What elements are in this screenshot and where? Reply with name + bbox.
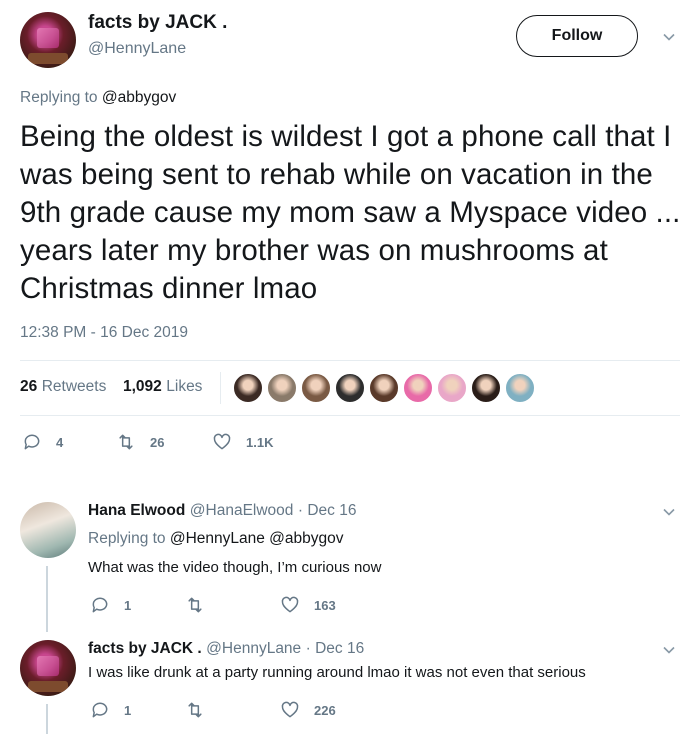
reply-icon: [92, 702, 108, 718]
liker-avatar[interactable]: [471, 373, 501, 403]
retweet-icon: [188, 597, 202, 613]
retweet-action[interactable]: 26: [116, 432, 164, 452]
retweet-icon: [119, 434, 133, 450]
liker-avatar[interactable]: [437, 373, 467, 403]
reply-count: 1: [124, 702, 132, 718]
likes-count: 1,092: [123, 378, 162, 395]
replying-to-links[interactable]: @HennyLane @abbygov: [170, 530, 344, 547]
like-count: 226: [314, 702, 336, 718]
reply-text: I was like drunk at a party running arou…: [88, 664, 586, 681]
reply-date[interactable]: · Dec 16: [306, 640, 365, 657]
reply-action[interactable]: 1: [90, 595, 131, 615]
retweet-count: 26: [150, 434, 165, 450]
thread-line: [46, 566, 48, 632]
heart-icon: [281, 701, 299, 718]
reply-avatar[interactable]: [20, 502, 76, 558]
replying-to-link[interactable]: @abbygov: [102, 89, 176, 106]
like-count: 163: [314, 597, 336, 613]
chevron-down-icon[interactable]: [662, 505, 676, 524]
liker-avatar[interactable]: [335, 373, 365, 403]
replying-prefix: Replying to: [88, 530, 166, 547]
retweets-count: 26: [20, 378, 38, 395]
likes-label: Likes: [166, 378, 203, 395]
reply-icon: [24, 434, 40, 450]
heart-icon: [281, 596, 299, 613]
liker-avatar[interactable]: [267, 373, 297, 403]
liker-avatar[interactable]: [233, 373, 263, 403]
like-count: 1.1K: [246, 434, 274, 450]
heart-icon: [213, 433, 231, 450]
reply-author-name[interactable]: Hana Elwood: [88, 502, 185, 519]
chevron-down-icon[interactable]: [662, 643, 676, 662]
reply-action[interactable]: 4: [22, 432, 63, 452]
retweets-stat[interactable]: 26 Retweets: [20, 378, 106, 396]
retweet-icon: [188, 702, 202, 718]
replying-prefix: Replying to: [20, 89, 98, 106]
reply-replying-to: Replying to @HennyLane @abbygov: [88, 530, 344, 548]
liker-avatar[interactable]: [403, 373, 433, 403]
tweet-timestamp[interactable]: 12:38 PM - 16 Dec 2019: [20, 324, 188, 342]
reply-avatar[interactable]: [20, 640, 76, 696]
liker-avatar[interactable]: [301, 373, 331, 403]
divider: [20, 360, 680, 361]
like-action[interactable]: 163: [280, 595, 336, 615]
liker-avatars: [233, 373, 535, 403]
retweet-action[interactable]: [185, 595, 219, 615]
divider: [20, 415, 680, 416]
liker-avatar[interactable]: [505, 373, 535, 403]
author-name[interactable]: facts by JACK .: [88, 12, 227, 34]
reply-author-handle[interactable]: @HennyLane: [206, 640, 301, 657]
reply-text: What was the video though, I’m curious n…: [88, 559, 382, 576]
chevron-down-icon[interactable]: [662, 30, 676, 49]
reply-author-handle[interactable]: @HanaElwood: [190, 502, 294, 519]
author-avatar[interactable]: [20, 12, 76, 68]
thread-line: [46, 704, 48, 734]
likes-stat[interactable]: 1,092 Likes: [123, 378, 202, 396]
reply-count: 1: [124, 597, 132, 613]
like-action[interactable]: 226: [280, 700, 336, 720]
author-handle[interactable]: @HennyLane: [88, 40, 186, 58]
reply-icon: [92, 597, 108, 613]
reply-header: facts by JACK . @HennyLane · Dec 16: [88, 640, 364, 658]
retweet-action[interactable]: [185, 700, 219, 720]
reply-author-name[interactable]: facts by JACK .: [88, 640, 202, 657]
replying-to-line: Replying to @abbygov: [20, 89, 176, 107]
liker-avatar[interactable]: [369, 373, 399, 403]
reply-count: 4: [56, 434, 64, 450]
tweet-text: Being the oldest is wildest I got a phon…: [20, 120, 681, 305]
reply-date[interactable]: · Dec 16: [298, 502, 357, 519]
follow-button[interactable]: Follow: [516, 15, 638, 57]
stats-separator: [220, 372, 221, 404]
like-action[interactable]: 1.1K: [212, 432, 273, 452]
reply-header: Hana Elwood @HanaElwood · Dec 16: [88, 502, 356, 520]
reply-action[interactable]: 1: [90, 700, 131, 720]
retweets-label: Retweets: [41, 378, 107, 395]
